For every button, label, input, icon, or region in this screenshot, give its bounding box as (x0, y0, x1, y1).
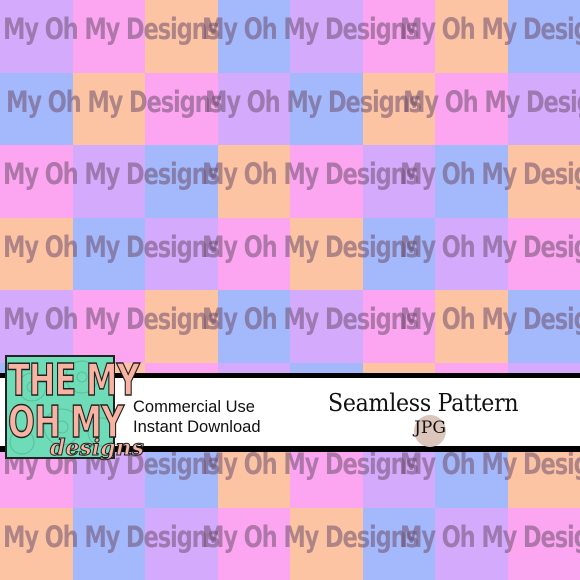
brand-logo: THE MY OH MY designs (5, 354, 144, 463)
watermark-text: My Oh My Designs (3, 302, 220, 336)
watermark-text: My Oh My Designs (403, 84, 580, 119)
watermark-text: My Oh My Designs (202, 12, 419, 46)
watermark-text: My Oh My Designs (202, 519, 419, 554)
watermark-text: My Oh My Designs (3, 157, 220, 191)
watermark-text: My Oh My Designs (400, 12, 580, 46)
watermark-row: My Oh My Designs My Oh My Designs My Oh My… (0, 0, 580, 73)
watermark-text: My Oh My Designs (400, 302, 580, 336)
file-format-label: JPG (414, 418, 446, 438)
watermark-text: My Oh My Designs (3, 519, 220, 554)
instant-download-label: Instant Download (133, 418, 261, 436)
watermark-text: My Oh My Designs (202, 229, 419, 264)
watermark-row: My Oh My Designs My Oh My Designs My Oh My… (0, 290, 580, 363)
logo-text-line3: designs (50, 435, 145, 462)
watermark-text: My Oh My Designs (400, 447, 580, 481)
watermark-row: My Oh My Designs My Oh My Designs My Oh My… (0, 73, 580, 146)
watermark-text: My Oh My Designs (3, 229, 220, 264)
watermark-text: My Oh My Designs (400, 157, 580, 191)
watermark-text: My Oh My Designs (205, 84, 422, 119)
watermark-text: My Oh My Designs (400, 519, 580, 554)
watermark-text: My Oh My Designs (202, 302, 419, 336)
commercial-use-label: Commercial Use (133, 398, 255, 416)
watermark-text: My Oh My Designs (202, 157, 419, 191)
watermark-text: My Oh My Designs (400, 229, 580, 264)
watermark-text: My Oh My Designs (3, 12, 220, 46)
watermark-row: My Oh My Designs My Oh My Designs My Oh My… (0, 508, 580, 580)
watermark-row: My Oh My Designs My Oh My Designs My Oh My… (0, 145, 580, 218)
watermark-text: My Oh My Designs (6, 84, 223, 119)
watermark-row: My Oh My Designs My Oh My Designs My Oh My… (0, 218, 580, 291)
product-title: Seamless Pattern (328, 389, 519, 417)
watermark-text: My Oh My Designs (202, 447, 419, 481)
license-info: Commercial Use Instant Download (133, 397, 261, 437)
